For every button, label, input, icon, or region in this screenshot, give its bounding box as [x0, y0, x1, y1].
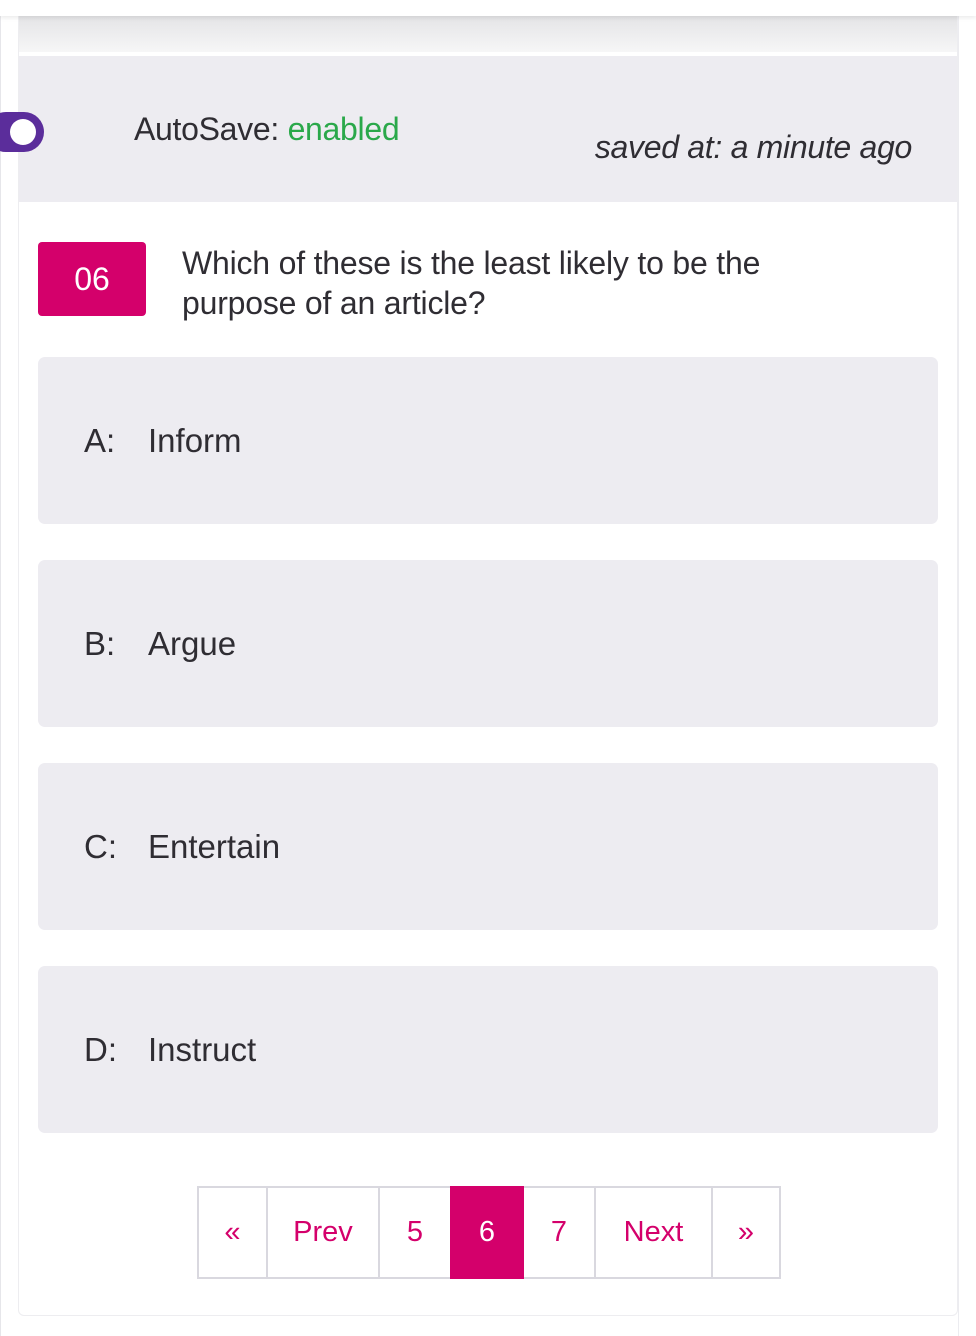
pagination: « Prev 5 6 7 Next » — [197, 1186, 781, 1279]
option-b[interactable]: B: Argue — [38, 560, 938, 727]
option-letter: A: — [84, 421, 116, 459]
option-letter: B: — [84, 624, 116, 662]
page-left-border — [0, 0, 1, 1336]
option-c[interactable]: C: Entertain — [38, 763, 938, 930]
page-6-button-current[interactable]: 6 — [450, 1186, 524, 1279]
option-text: Inform — [148, 421, 242, 459]
autosave-label-text: AutoSave: — [134, 111, 279, 147]
option-d[interactable]: D: Instruct — [38, 966, 938, 1133]
card-header — [19, 16, 957, 52]
scrollbar-track[interactable] — [958, 0, 959, 1336]
question-text: Which of these is the least likely to be… — [182, 245, 761, 321]
option-text: Instruct — [148, 1030, 257, 1068]
autosave-status: enabled — [287, 111, 400, 147]
page-5-button[interactable]: 5 — [378, 1186, 452, 1279]
saved-at-timestamp: saved at: a minute ago — [594, 129, 912, 165]
autosave-toggle[interactable] — [0, 112, 44, 152]
answer-options: A: Inform B: Argue C: Entertain D: Instr… — [38, 357, 938, 1169]
last-page-button[interactable]: » — [711, 1186, 781, 1279]
first-page-button[interactable]: « — [197, 1186, 268, 1279]
option-letter: C: — [84, 827, 117, 865]
option-text: Argue — [148, 624, 237, 662]
prev-page-button[interactable]: Prev — [266, 1186, 380, 1279]
page-7-button[interactable]: 7 — [522, 1186, 596, 1279]
option-letter: D: — [84, 1030, 117, 1068]
question-number-badge: 06 — [38, 242, 146, 316]
autosave-label: AutoSave: enabled — [134, 111, 400, 148]
next-page-button[interactable]: Next — [594, 1186, 713, 1279]
option-a[interactable]: A: Inform — [38, 357, 938, 524]
option-text: Entertain — [148, 827, 281, 865]
toggle-knob — [10, 119, 36, 145]
top-bar — [0, 0, 976, 16]
